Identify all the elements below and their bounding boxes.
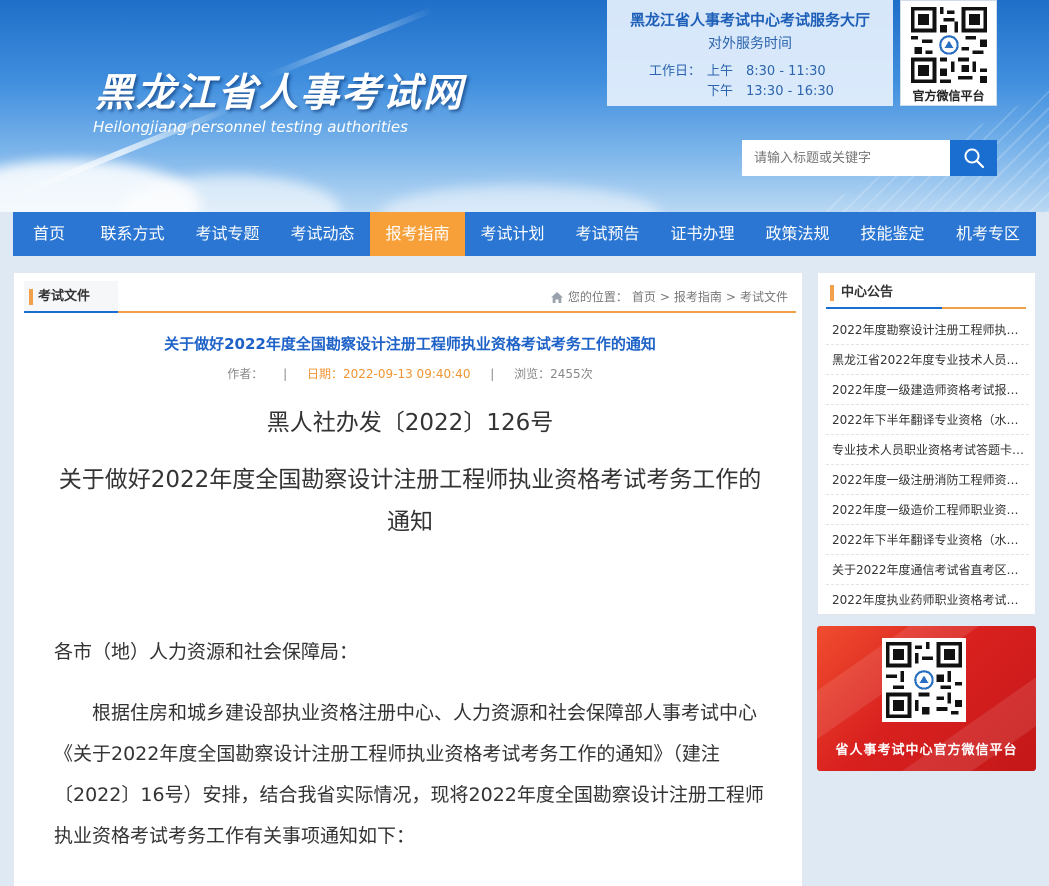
meta-views: 浏览：2455次 xyxy=(514,367,593,381)
announcement-item[interactable]: 2022年度一级建造师资格考试报名相关事宜 xyxy=(826,375,1029,405)
nav-item-0[interactable]: 首页 xyxy=(13,212,85,256)
nav-item-10[interactable]: 机考专区 xyxy=(940,212,1036,256)
search-input[interactable] xyxy=(742,140,950,176)
service-subtitle: 对外服务时间 xyxy=(708,36,792,52)
announcement-title[interactable]: 中心公告 xyxy=(826,281,942,309)
qr-code-icon xyxy=(886,642,962,718)
nav-item-5[interactable]: 考试计划 xyxy=(465,212,560,256)
announcement-item[interactable]: 2022年下半年翻译专业资格（水平）考试 xyxy=(826,405,1029,435)
breadcrumb: 您的位置： 首页 > 报考指南 > 考试文件 xyxy=(550,281,788,313)
service-hours-box: 黑龙江省人事考试中心考试服务大厅 对外服务时间 工作日： 上午 8:30 - 1… xyxy=(607,0,893,106)
document-title: 关于做好2022年度全国勘察设计注册工程师执业资格考试考务工作的通知 xyxy=(58,467,762,535)
cloud-decoration xyxy=(380,185,660,212)
main-nav: 首页 联系方式 考试专题 考试动态 报考指南 考试计划 考试预告 证书办理 政策法规 技能鉴定 机考… xyxy=(13,212,1036,256)
announcement-header: 中心公告 xyxy=(826,281,1026,309)
meta-author: 作者： xyxy=(227,367,264,381)
announcement-item[interactable]: 关于2022年度通信考试省直考区调整的通知 xyxy=(826,555,1029,585)
hours-afternoon: 下午 13:30 - 16:30 xyxy=(707,84,834,99)
nav-item-2[interactable]: 考试专题 xyxy=(180,212,275,256)
document-greeting: 各市（地）人力资源和社会保障局： xyxy=(54,641,359,663)
site-title[interactable]: 黑龙江省人事考试网 xyxy=(95,62,464,118)
nav-item-3[interactable]: 考试动态 xyxy=(275,212,370,256)
qr-code-icon xyxy=(911,7,987,83)
banner-qr xyxy=(882,638,966,722)
breadcrumb-separator: > xyxy=(659,290,670,304)
wechat-qr-box[interactable]: 官方微信平台 xyxy=(900,0,997,106)
article-meta: 作者： | 日期：2022-09-13 09:40:40 | 浏览：2455次 xyxy=(24,365,796,382)
nav-item-1[interactable]: 联系方式 xyxy=(85,212,180,256)
announcement-item[interactable]: 专业技术人员职业资格考试答题卡填涂说明 xyxy=(826,435,1029,465)
search-button[interactable] xyxy=(950,140,997,176)
breadcrumb-current[interactable]: 考试文件 xyxy=(740,281,788,313)
wechat-banner[interactable]: 省人事考试中心官方微信平台 xyxy=(817,626,1036,771)
announcement-item[interactable]: 2022年下半年翻译专业资格（水平）考试报名 xyxy=(826,525,1029,555)
breadcrumb-prefix: 您的位置： xyxy=(567,290,628,304)
qr-label: 官方微信平台 xyxy=(912,89,985,103)
search-bar xyxy=(742,140,997,176)
document-number: 黑人社办发〔2022〕126号 xyxy=(266,410,554,436)
nav-item-4[interactable]: 报考指南 xyxy=(370,212,465,256)
hours-morning: 上午 8:30 - 11:30 xyxy=(707,64,826,79)
nav-item-6[interactable]: 考试预告 xyxy=(560,212,655,256)
section-tab[interactable]: 考试文件 xyxy=(24,281,119,313)
article-title: 关于做好2022年度全国勘察设计注册工程师执业资格考试考务工作的通知 xyxy=(164,335,656,353)
service-title: 黑龙江省人事考试中心考试服务大厅 xyxy=(629,11,870,29)
article-panel: 考试文件 您的位置： 首页 > 报考指南 > 考试文件 关于做好2022年度全国… xyxy=(13,272,803,886)
announcement-item[interactable]: 2022年度执业药师职业资格考试报名通知 xyxy=(826,585,1029,615)
announcement-list: 2022年度勘察设计注册工程师执业资格考试黑龙江省2022年度专业技术人员职业资… xyxy=(826,315,1029,615)
breadcrumb-separator: > xyxy=(725,290,736,304)
section-header: 考试文件 您的位置： 首页 > 报考指南 > 考试文件 xyxy=(24,281,796,313)
site-header: 黑龙江省人事考试网 Heilongjiang personnel testing… xyxy=(0,0,1049,212)
breadcrumb-home[interactable]: 首页 xyxy=(632,281,656,313)
announcement-item[interactable]: 2022年度一级注册消防工程师资格考试通知 xyxy=(826,465,1029,495)
site-subtitle: Heilongjiang personnel testing authoriti… xyxy=(93,118,408,136)
announcement-item[interactable]: 2022年度一级造价工程师职业资格考试通知 xyxy=(826,495,1029,525)
banner-text: 省人事考试中心官方微信平台 xyxy=(835,743,1018,758)
meta-separator: | xyxy=(490,367,495,381)
document-paragraph: 根据住房和城乡建设部执业资格注册中心、人力资源和社会保障部人事考试中心《关于20… xyxy=(54,702,764,847)
announcement-item[interactable]: 黑龙江省2022年度专业技术人员职业资格考试 xyxy=(826,345,1029,375)
meta-date: 日期：2022-09-13 09:40:40 xyxy=(307,367,471,381)
workday-label: 工作日： xyxy=(649,64,702,79)
nav-item-8[interactable]: 政策法规 xyxy=(750,212,845,256)
meta-separator: | xyxy=(283,367,288,381)
announcement-item[interactable]: 2022年度勘察设计注册工程师执业资格考试 xyxy=(826,315,1029,345)
home-icon xyxy=(550,291,563,303)
announcement-panel: 中心公告 2022年度勘察设计注册工程师执业资格考试黑龙江省2022年度专业技术… xyxy=(817,272,1036,615)
nav-item-9[interactable]: 技能鉴定 xyxy=(845,212,940,256)
breadcrumb-guide[interactable]: 报考指南 xyxy=(674,281,722,313)
search-icon xyxy=(964,148,984,169)
nav-item-7[interactable]: 证书办理 xyxy=(655,212,750,256)
